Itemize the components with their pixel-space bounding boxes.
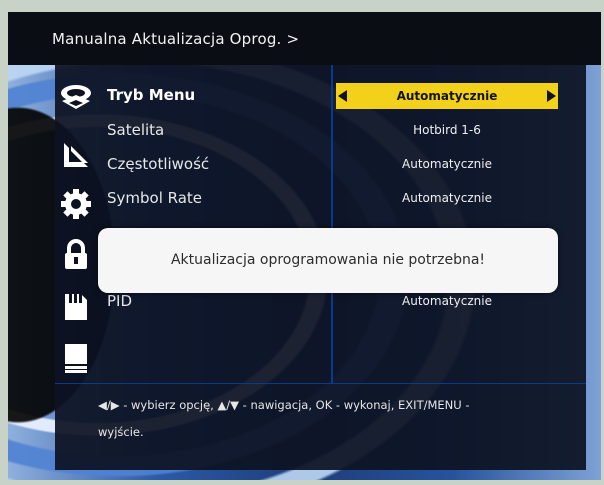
menu-item-czestotliwosc[interactable]: Częstotliwość <box>107 149 209 179</box>
lock-icon[interactable] <box>55 238 97 272</box>
value-tryb-menu[interactable]: Automatycznie <box>336 83 558 109</box>
arrow-right-icon[interactable] <box>544 83 558 109</box>
receiver-icon[interactable] <box>55 341 97 375</box>
column-divider <box>331 65 333 383</box>
screen-frame-bottom <box>0 480 604 485</box>
screen-frame-left <box>0 0 8 485</box>
value-czestotliwosc[interactable]: Automatycznie <box>336 151 558 177</box>
hint-line-1: ◀/▶ - wybierz opcję, ▲/▼ - nawigacja, OK… <box>98 398 470 412</box>
value-symbol-rate[interactable]: Automatycznie <box>336 185 558 211</box>
sidebar-icons <box>55 76 97 376</box>
memory-card-icon[interactable] <box>55 290 97 324</box>
menu-item-symbol-rate[interactable]: Symbol Rate <box>107 183 202 213</box>
dialog-message: Aktualizacja oprogramowania nie potrzebn… <box>170 252 486 268</box>
info-dialog[interactable]: Aktualizacja oprogramowania nie potrzebn… <box>98 228 558 293</box>
page-title: Manualna Aktualizacja Oprog. > <box>52 30 300 48</box>
footer-divider <box>55 383 586 384</box>
value-tryb-menu-text: Automatycznie <box>396 89 498 103</box>
hint-line-2: wyjście. <box>98 425 144 439</box>
satellite-dish-icon[interactable] <box>55 81 97 115</box>
antenna-icon[interactable] <box>55 138 97 172</box>
menu-item-tryb-menu[interactable]: Tryb Menu <box>107 80 195 110</box>
value-satelita[interactable]: Hotbird 1-6 <box>336 117 558 143</box>
footer-hint: ◀/▶ - wybierz opcję, ▲/▼ - nawigacja, OK… <box>98 392 568 446</box>
menu-item-satelita[interactable]: Satelita <box>107 115 164 145</box>
arrow-left-icon[interactable] <box>336 83 350 109</box>
screen-frame-top <box>0 0 604 12</box>
gear-icon[interactable] <box>55 187 97 221</box>
